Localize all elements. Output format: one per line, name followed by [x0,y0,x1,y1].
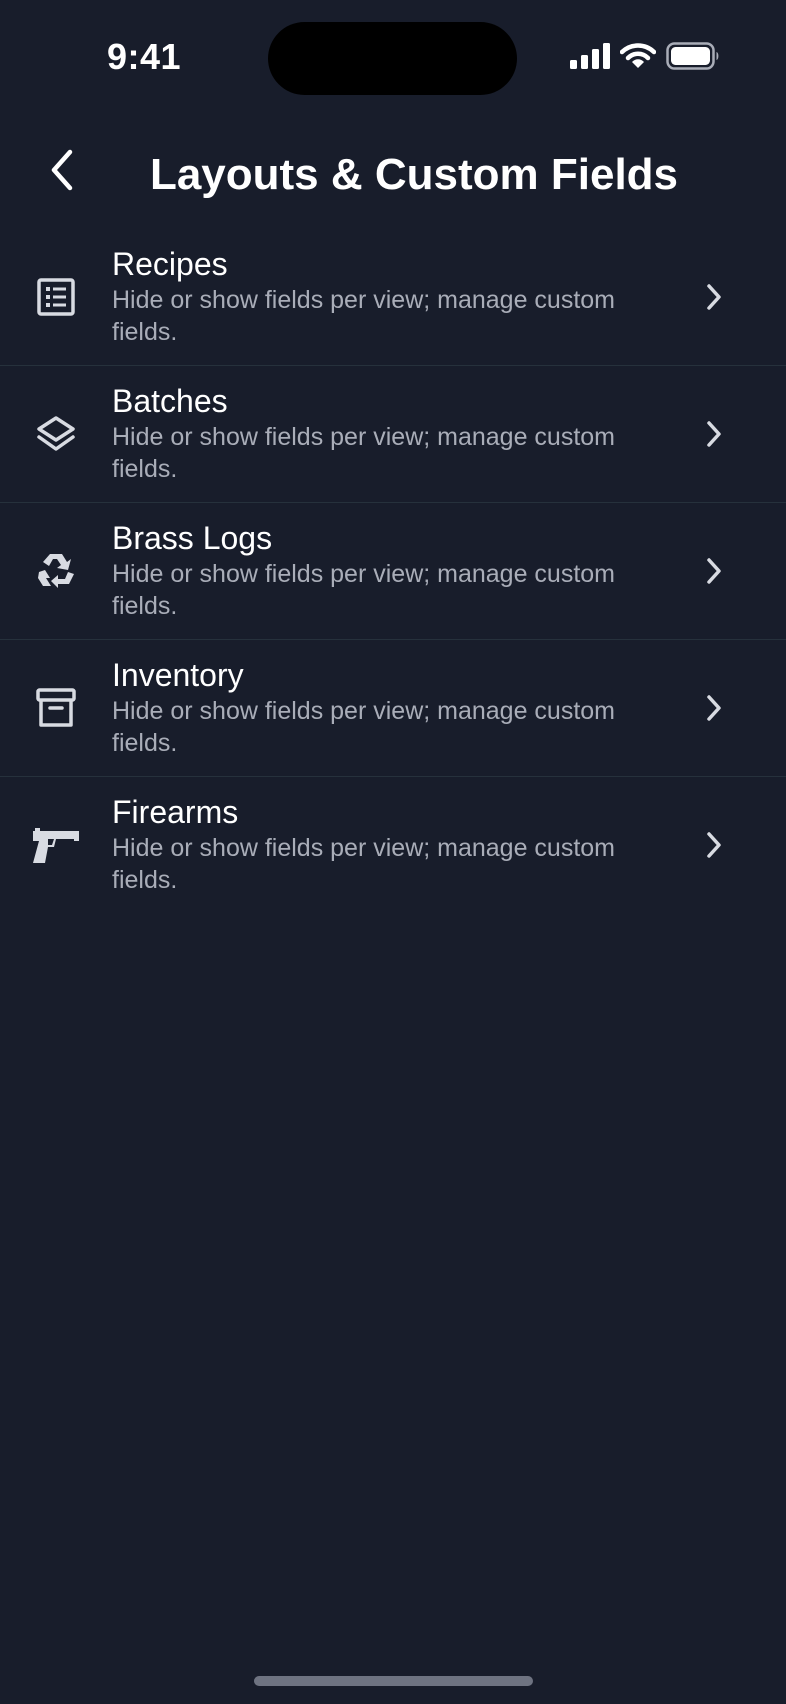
status-icons [570,41,720,75]
page-title: Layouts & Custom Fields [149,150,679,199]
item-title: Firearms [112,794,239,830]
chevron-right-icon [700,829,728,861]
status-time: 9:41 [107,36,182,77]
list-item-inventory[interactable]: Inventory Hide or show fields per view; … [0,640,786,777]
status-bar: 9:41 [0,0,786,110]
list-item-batches[interactable]: Batches Hide or show fields per view; ma… [0,366,786,503]
pistol-icon [28,817,84,873]
item-text: Firearms Hide or show fields per view; m… [112,794,672,896]
item-text: Batches Hide or show fields per view; ma… [112,383,672,485]
dynamic-island [268,22,517,95]
layers-icon [28,406,84,462]
item-title: Brass Logs [112,520,273,556]
item-subtitle: Hide or show fields per view; manage cus… [112,560,616,620]
item-text: Inventory Hide or show fields per view; … [112,657,672,759]
battery-icon [666,41,720,75]
item-title: Recipes [112,246,228,282]
nav-bar: Layouts & Custom Fields [0,130,786,218]
wifi-icon [619,42,657,74]
list-item-brass-logs[interactable]: Brass Logs Hide or show fields per view;… [0,503,786,640]
item-title: Inventory [112,657,244,693]
list-item-firearms[interactable]: Firearms Hide or show fields per view; m… [0,777,786,913]
archive-box-icon [28,680,84,736]
chevron-right-icon [700,692,728,724]
recycle-icon [28,543,84,599]
item-subtitle: Hide or show fields per view; manage cus… [112,286,616,346]
item-text: Recipes Hide or show fields per view; ma… [112,246,672,348]
list-item-recipes[interactable]: Recipes Hide or show fields per view; ma… [0,229,786,366]
chevron-right-icon [700,555,728,587]
item-title: Batches [112,383,228,419]
item-text: Brass Logs Hide or show fields per view;… [112,520,672,622]
chevron-right-icon [700,281,728,313]
home-indicator[interactable] [254,1676,533,1686]
chevron-right-icon [700,418,728,450]
list-document-icon [28,269,84,325]
item-subtitle: Hide or show fields per view; manage cus… [112,423,616,483]
item-subtitle: Hide or show fields per view; manage cus… [112,697,616,757]
signal-icon [570,42,610,74]
settings-list: Recipes Hide or show fields per view; ma… [0,229,786,913]
item-subtitle: Hide or show fields per view; manage cus… [112,834,616,894]
